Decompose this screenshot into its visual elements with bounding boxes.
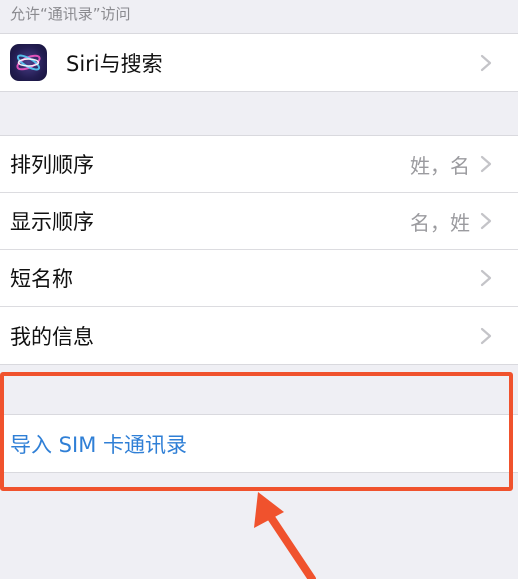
siri-icon <box>10 44 47 81</box>
display-order-value: 名，姓 <box>410 210 470 235</box>
arrow-icon <box>254 492 316 579</box>
short-name-label: 短名称 <box>10 267 73 291</box>
chevron-right-icon <box>480 212 492 230</box>
import-sim-contacts-label: 导入 SIM 卡通讯录 <box>10 432 187 457</box>
chevron-right-icon <box>480 155 492 173</box>
chevron-right-icon <box>480 269 492 287</box>
contacts-settings-group: 排列顺序 姓，名 显示顺序 名，姓 短名称 我的信息 <box>0 135 518 365</box>
siri-group: Siri与搜索 <box>0 33 518 92</box>
siri-search-label: Siri与搜索 <box>66 51 163 76</box>
display-order-row[interactable]: 显示顺序 名，姓 <box>0 193 518 250</box>
sort-order-value: 姓，名 <box>410 153 470 178</box>
short-name-row[interactable]: 短名称 <box>0 250 518 307</box>
display-order-label: 显示顺序 <box>10 210 94 234</box>
import-sim-group: 导入 SIM 卡通讯录 <box>0 414 518 473</box>
chevron-right-icon <box>480 327 492 344</box>
section-header: 允许“通讯录”访问 <box>10 5 131 23</box>
sort-order-label: 排列顺序 <box>10 153 94 177</box>
my-info-row[interactable]: 我的信息 <box>0 307 518 364</box>
my-info-label: 我的信息 <box>10 324 94 349</box>
import-sim-contacts-button[interactable]: 导入 SIM 卡通讯录 <box>0 415 518 472</box>
sort-order-row[interactable]: 排列顺序 姓，名 <box>0 136 518 193</box>
siri-search-row[interactable]: Siri与搜索 <box>0 34 518 91</box>
chevron-right-icon <box>480 54 492 71</box>
